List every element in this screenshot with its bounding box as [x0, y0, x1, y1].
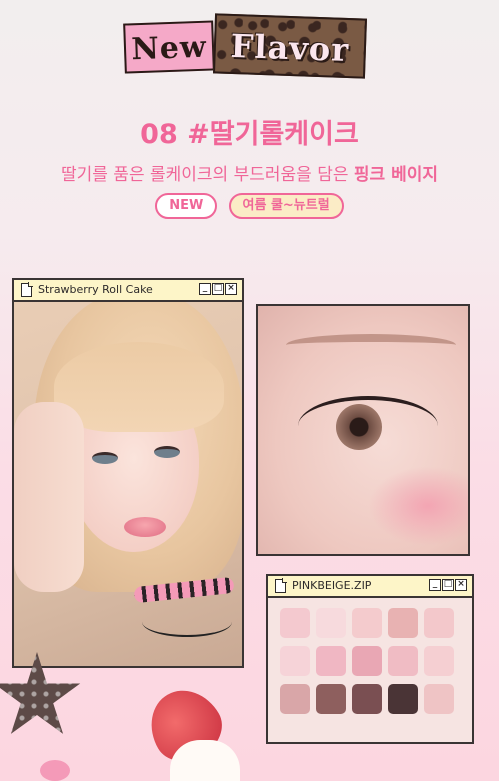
eyeshadow-pan	[424, 608, 454, 638]
eyeshadow-pan	[280, 608, 310, 638]
hand	[14, 402, 84, 592]
minimize-button[interactable]: _	[429, 579, 441, 591]
eye-closeup-image	[258, 306, 468, 554]
document-icon	[275, 578, 287, 593]
window-titlebar[interactable]: PINKBEIGE.ZIP _ □ ×	[268, 576, 472, 598]
minimize-button[interactable]: _	[199, 283, 211, 295]
right-eye	[154, 446, 180, 458]
model-portrait-image	[14, 302, 242, 666]
eyeshadow-pan	[388, 646, 418, 676]
maximize-button[interactable]: □	[442, 579, 454, 591]
eyeshadow-pan	[352, 608, 382, 638]
iris	[336, 404, 382, 450]
eyebrow	[286, 334, 456, 356]
eyeshadow-pan	[280, 684, 310, 714]
eyeshadow-pan	[424, 646, 454, 676]
necklace	[142, 607, 232, 637]
bow-decoration	[40, 760, 70, 781]
eyeshadow-palette-image	[268, 598, 472, 742]
tag-new: New	[123, 20, 215, 74]
window-title: Strawberry Roll Cake	[38, 283, 153, 296]
window-strawberry-roll-cake: Strawberry Roll Cake _ □ ×	[12, 278, 244, 668]
eyeshadow-pan	[316, 684, 346, 714]
palette-grid	[280, 608, 460, 714]
window-titlebar[interactable]: Strawberry Roll Cake _ □ ×	[14, 280, 242, 302]
lips	[124, 517, 166, 537]
cream-decoration	[170, 740, 240, 781]
window-pinkbeige-zip: PINKBEIGE.ZIP _ □ ×	[266, 574, 474, 744]
subtitle-highlight: 핑크 베이지	[353, 165, 439, 185]
close-button[interactable]: ×	[225, 283, 237, 295]
window-title: PINKBEIGE.ZIP	[292, 579, 372, 592]
close-button[interactable]: ×	[455, 579, 467, 591]
tag-flavor: Flavor	[212, 13, 368, 79]
eyeshadow-pan	[424, 684, 454, 714]
eyeshadow-pan	[388, 684, 418, 714]
blush	[368, 466, 468, 546]
maximize-button[interactable]: □	[212, 283, 224, 295]
window-controls: _ □ ×	[199, 283, 237, 295]
eyeshadow-pan	[316, 646, 346, 676]
eyeshadow-pan	[280, 646, 310, 676]
product-subtitle: 딸기를 품은 롤케이크의 부드러움을 담은 핑크 베이지	[0, 160, 499, 185]
window-controls: _ □ ×	[429, 579, 467, 591]
season-badge: 여름 쿨~뉴트럴	[228, 193, 344, 219]
document-icon	[21, 282, 33, 297]
badge-row: NEW 여름 쿨~뉴트럴	[0, 193, 499, 219]
new-flavor-banner: New Flavor	[0, 0, 499, 100]
eye-closeup-frame	[256, 304, 470, 556]
eyeshadow-pan	[352, 646, 382, 676]
subtitle-text: 딸기를 품은 롤케이크의 부드러움을 담은	[60, 165, 354, 185]
left-eye	[92, 452, 118, 464]
eyeshadow-pan	[352, 684, 382, 714]
new-badge: NEW	[155, 193, 218, 219]
eyeshadow-pan	[316, 608, 346, 638]
eyeshadow-pan	[388, 608, 418, 638]
product-title: 08 #딸기롤케이크	[140, 119, 359, 150]
